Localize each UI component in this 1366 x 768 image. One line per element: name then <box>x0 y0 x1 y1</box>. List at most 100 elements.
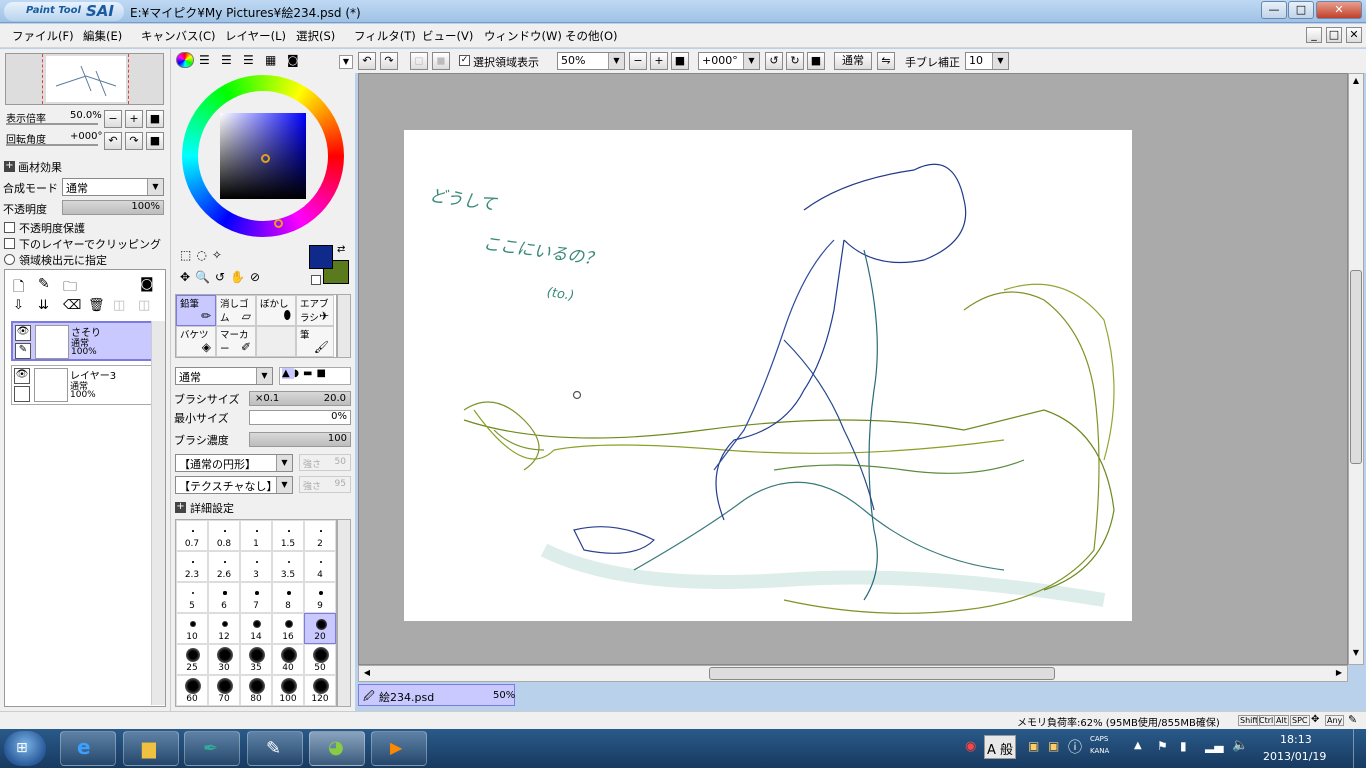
toolbar-rotate-right-button[interactable]: ↻ <box>786 52 804 70</box>
brush-lock-icon[interactable]: ✎ <box>15 343 31 359</box>
brush-mode-select[interactable]: 通常 <box>175 367 273 385</box>
scroll-left-icon[interactable]: ◀ <box>361 668 373 680</box>
brush-size-cell[interactable]: 4 <box>304 551 336 582</box>
protect-opacity-checkbox[interactable] <box>4 222 15 233</box>
eyedropper-icon[interactable]: ⊘ <box>250 270 265 284</box>
brush-size-cell[interactable]: 25 <box>176 644 208 675</box>
brush-shape-select[interactable]: 【通常の円形】 <box>175 454 293 472</box>
scroll-down-icon[interactable]: ▼ <box>1350 648 1362 660</box>
visibility-eye-icon[interactable]: 👁 <box>15 325 31 341</box>
taskbar-app4[interactable]: ✎ <box>247 731 303 766</box>
texture-select[interactable]: 【テクスチャなし】 <box>175 476 293 494</box>
toolbar-zoom-in-button[interactable]: + <box>650 52 668 70</box>
rotate-right-button[interactable]: ↷ <box>125 132 143 150</box>
canvas-area[interactable]: どうして ここにいるの？ (to.) <box>358 73 1348 665</box>
merge-down-icon[interactable]: ⇊ <box>38 298 49 313</box>
layer-scrollbar[interactable] <box>151 321 165 705</box>
move-icon[interactable]: ✥ <box>180 270 195 284</box>
menu-window[interactable]: ウィンドウ(W) <box>484 28 562 44</box>
clock-time[interactable]: 18:13 <box>1280 733 1312 746</box>
brush-size-cell[interactable]: 7 <box>240 582 272 613</box>
taskbar-sai[interactable]: ◕ <box>309 731 365 766</box>
blend-mode-select[interactable]: 通常 <box>62 178 164 196</box>
ime-indicator[interactable]: A 般 <box>984 735 1017 759</box>
brush-lock-box[interactable] <box>14 386 30 402</box>
new-layer-icon[interactable]: 🗋 <box>13 276 24 300</box>
menu-layer[interactable]: レイヤー(L) <box>225 28 286 44</box>
shape-strength[interactable]: 強さ 50 <box>299 454 351 471</box>
brush-size-cell[interactable]: 100 <box>272 675 304 706</box>
brush-size-cell[interactable]: 3.5 <box>272 551 304 582</box>
menu-other[interactable]: その他(O) <box>565 28 618 44</box>
expand-icon[interactable]: + <box>4 161 15 172</box>
shape-pointed-icon[interactable]: ▲ <box>282 368 294 379</box>
brush-size-cell[interactable]: 0.8 <box>208 520 240 551</box>
mdi-close-button[interactable]: ✕ <box>1346 27 1362 43</box>
selection-source-radio[interactable] <box>4 254 15 265</box>
power-icon[interactable]: ▮ <box>1180 739 1187 753</box>
taskbar-ie[interactable]: e <box>60 731 116 766</box>
invert-selection-button[interactable]: ◼ <box>432 52 450 70</box>
transparent-color-icon[interactable] <box>311 275 321 285</box>
rotate-reset-button[interactable]: ■ <box>146 132 164 150</box>
ime-tool-icon[interactable]: ▣ <box>1028 739 1039 753</box>
shape-round-icon[interactable]: ◗ <box>294 368 303 379</box>
tool-airbrush[interactable]: エアブラシ ✈ <box>296 295 334 326</box>
primary-color-swatch[interactable] <box>309 245 333 269</box>
rotation-select[interactable]: +000° <box>698 52 760 70</box>
tool-brush[interactable]: 筆 🖌 <box>296 326 334 357</box>
rotation-slider[interactable] <box>6 144 98 146</box>
min-size-slider[interactable]: 0% <box>249 410 351 425</box>
color-wheel-tab-icon[interactable] <box>176 52 194 68</box>
color-wheel[interactable] <box>182 75 344 237</box>
menu-filter[interactable]: フィルタ(T) <box>354 28 416 44</box>
zoom-in-button[interactable]: + <box>125 110 143 128</box>
menu-view[interactable]: ビュー(V) <box>422 28 473 44</box>
ime-pad-icon[interactable]: ▣ <box>1048 739 1059 753</box>
texture-strength[interactable]: 強さ 95 <box>299 476 351 493</box>
panel-collapse-button[interactable]: ▼ <box>339 55 353 69</box>
hsv-slider-tab-icon[interactable]: ☰ <box>221 53 232 67</box>
brush-size-slider[interactable]: ×0.1 20.0 <box>249 391 351 406</box>
clock-date[interactable]: 2013/01/19 <box>1263 750 1326 763</box>
scroll-up-icon[interactable]: ▲ <box>1350 76 1362 88</box>
brush-size-cell[interactable]: 2 <box>304 520 336 551</box>
mdi-restore-button[interactable]: □ <box>1326 27 1342 43</box>
network-icon[interactable]: ▂▄ <box>1205 739 1223 753</box>
hue-cursor[interactable] <box>274 219 283 228</box>
brush-size-cell[interactable]: 20 <box>304 613 336 644</box>
brush-size-cell[interactable]: 60 <box>176 675 208 706</box>
opacity-slider[interactable]: 100% <box>62 200 164 215</box>
mdi-minimize-button[interactable]: _ <box>1306 27 1322 43</box>
tool-blur[interactable]: ぼかし ⬮ <box>256 295 296 326</box>
toolbar-rotate-left-button[interactable]: ↺ <box>765 52 783 70</box>
tool-pencil[interactable]: 鉛筆 ✏ <box>176 295 216 326</box>
shape-square-icon[interactable]: ■ <box>316 368 329 379</box>
brush-shape-buttons[interactable]: ▲◗▬■ <box>279 367 351 385</box>
new-folder-icon[interactable]: 🗀 <box>63 276 77 300</box>
tool-eraser[interactable]: 消しゴム ▱ <box>216 295 256 326</box>
clear-layer-icon[interactable]: ⌫ <box>63 298 81 313</box>
brush-size-cell[interactable]: 14 <box>240 613 272 644</box>
menu-file[interactable]: ファイル(F) <box>12 28 74 44</box>
zoom-slider[interactable] <box>6 123 98 125</box>
view-mode-button[interactable]: 通常 <box>834 52 872 70</box>
rotate-icon[interactable]: ↺ <box>215 270 230 284</box>
sv-cursor[interactable] <box>261 154 270 163</box>
swap-colors-icon[interactable]: ⇄ <box>337 244 345 255</box>
toolbar-zoom-out-button[interactable]: − <box>629 52 647 70</box>
menu-canvas[interactable]: キャンバス(C) <box>141 28 216 44</box>
undo-button[interactable]: ↶ <box>358 52 376 70</box>
hand-icon[interactable]: ✋ <box>230 270 250 284</box>
mask-icon[interactable]: ◙ <box>140 276 154 292</box>
drawing-canvas[interactable]: どうして ここにいるの？ (to.) <box>404 130 1132 621</box>
rect-select-icon[interactable]: ⬚ <box>180 248 196 262</box>
brush-size-cell[interactable]: 0.7 <box>176 520 208 551</box>
volume-icon[interactable]: 🔈 <box>1232 738 1248 753</box>
brush-size-cell[interactable]: 5 <box>176 582 208 613</box>
delete-mask-icon[interactable]: ◫ <box>138 298 150 313</box>
show-selection-checkbox[interactable]: ✓ <box>459 55 470 66</box>
brush-size-cell[interactable]: 2.6 <box>208 551 240 582</box>
brush-size-cell[interactable]: 1.5 <box>272 520 304 551</box>
help-icon[interactable]: ⓘ <box>1068 737 1082 757</box>
